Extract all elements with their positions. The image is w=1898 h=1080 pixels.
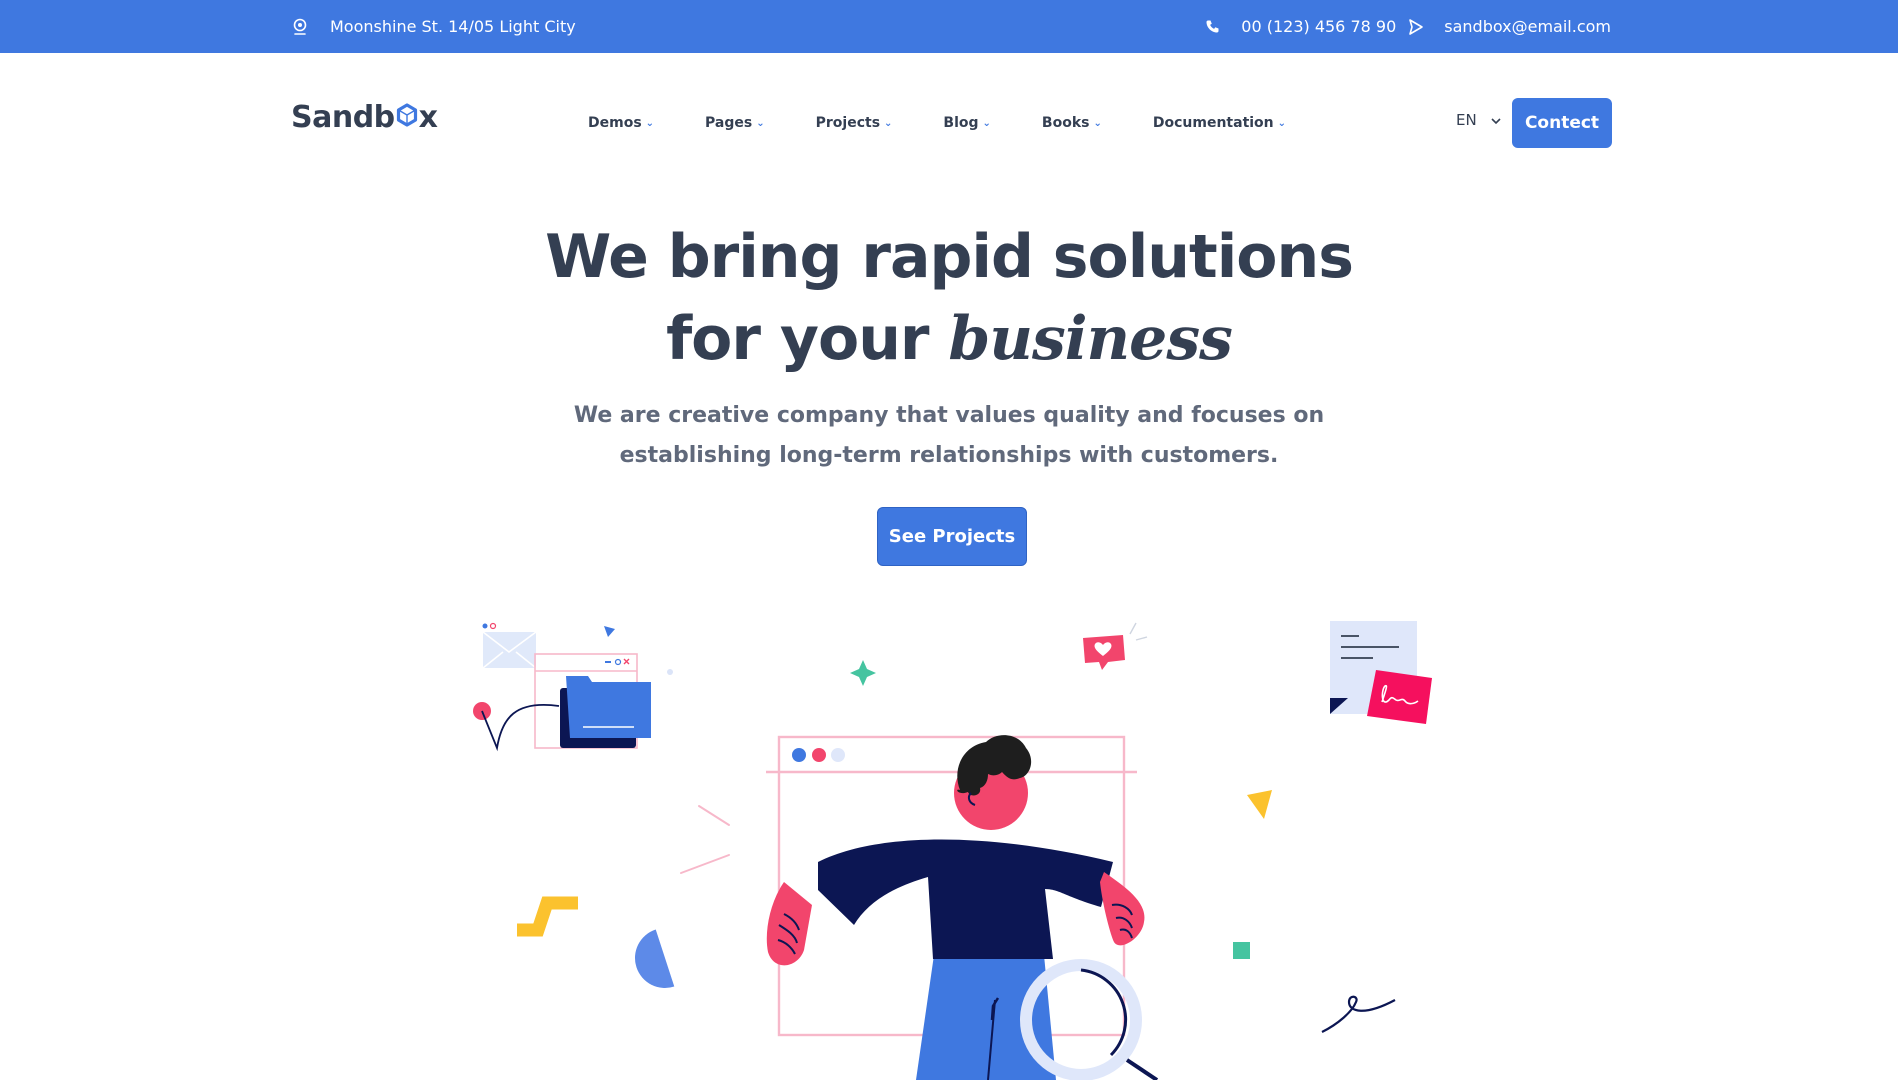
email-folder-graphic (473, 622, 673, 752)
triangle-shape (1247, 790, 1272, 819)
nav-item-books[interactable]: Books ⌄ (1042, 115, 1102, 131)
hero-title-line2-prefix: for your (666, 304, 949, 374)
signed-document-graphic (1330, 621, 1432, 724)
logo-hexagon-icon (396, 100, 418, 135)
logo-text-start: Sandb (291, 100, 395, 135)
see-projects-button[interactable]: See Projects (877, 507, 1027, 566)
hero-subtitle-line2: establishing long-term relationships wit… (619, 443, 1279, 468)
nav-item-demos[interactable]: Demos ⌄ (588, 115, 654, 131)
email-block[interactable]: sandbox@email.com (1408, 17, 1611, 36)
person-graphic (766, 735, 1159, 1080)
chevron-down-icon: ⌄ (645, 117, 655, 129)
hero-subtitle: We are creative company that values qual… (0, 396, 1898, 476)
chevron-down-icon: ⌄ (884, 117, 893, 129)
language-selector[interactable]: EN (1456, 111, 1501, 129)
main-nav: Demos ⌄ Pages ⌄ Projects ⌄ Blog ⌄ Books ⌄ Doc… (588, 53, 1286, 193)
hero-title: We bring rapid solutions for your busine… (0, 216, 1898, 380)
nav-item-blog[interactable]: Blog ⌄ (943, 115, 991, 131)
hero-title-emphasis: business (948, 304, 1233, 374)
chevron-down-icon: ⌄ (982, 117, 991, 129)
email-text: sandbox@email.com (1444, 17, 1611, 36)
sparkle-shape (850, 660, 876, 686)
phone-icon (1205, 19, 1221, 35)
hero-subtitle-line1: We are creative company that values qual… (573, 403, 1325, 428)
nav-item-documentation[interactable]: Documentation ⌄ (1153, 115, 1286, 131)
half-circle-shape (635, 929, 675, 988)
address-text: Moonshine St. 14/05 Light City (330, 17, 576, 36)
square-shape (1233, 942, 1250, 959)
logo-text-end: x (418, 100, 438, 135)
phone-block[interactable]: 00 (123) 456 78 90 (1205, 17, 1396, 36)
send-icon (1408, 18, 1424, 36)
top-bar: Moonshine St. 14/05 Light City 00 (123) … (0, 0, 1898, 53)
address-block: Moonshine St. 14/05 Light City (292, 0, 576, 53)
chevron-down-icon: ⌄ (1093, 117, 1102, 129)
chevron-down-icon: ⌄ (756, 117, 765, 129)
hero-title-line1: We bring rapid solutions (545, 222, 1354, 292)
language-label: EN (1456, 111, 1477, 129)
chevron-down-icon (1491, 111, 1501, 129)
phone-text: 00 (123) 456 78 90 (1241, 17, 1397, 36)
heart-bubble-graphic (1083, 622, 1148, 670)
logo[interactable]: Sandb x (291, 100, 438, 135)
contact-button[interactable]: Contect (1512, 98, 1612, 148)
nav-item-projects[interactable]: Projects ⌄ (816, 115, 893, 131)
squiggle-shape (1321, 995, 1396, 1033)
navbar: Sandb x Demos ⌄ Pages ⌄ Projects ⌄ Blog ⌄ Boo… (0, 53, 1898, 193)
nav-item-pages[interactable]: Pages ⌄ (705, 115, 765, 131)
hero-illustration (473, 621, 1432, 1080)
location-pin-icon (292, 18, 308, 36)
chevron-down-icon: ⌄ (1277, 117, 1287, 129)
zigzag-shape (517, 896, 578, 937)
